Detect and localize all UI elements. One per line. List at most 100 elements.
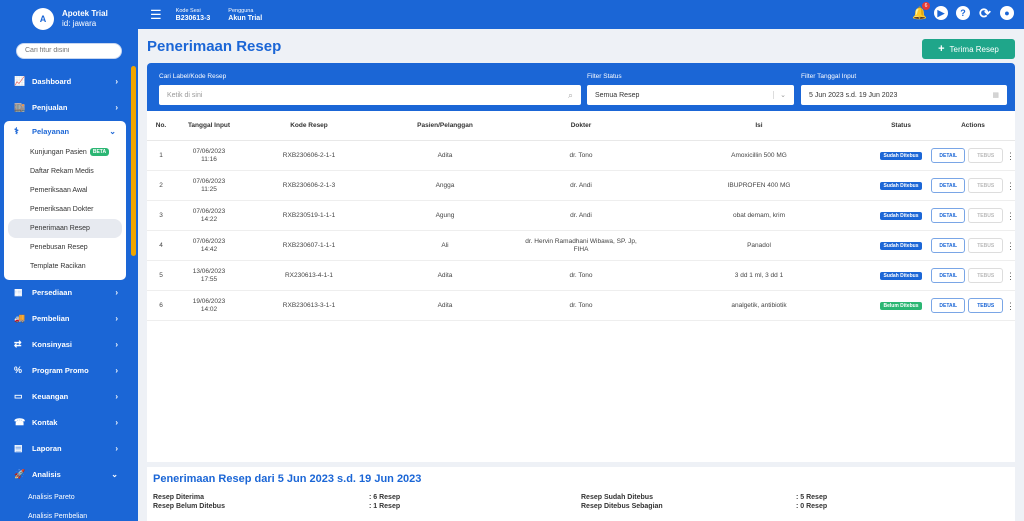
table-row: 2 07/06/2023 11:25 RXB230606-2-1-3 Angga dr. …	[147, 171, 1015, 201]
chevron-right-icon: ›	[115, 77, 118, 86]
status-badge: Sudah Ditebus	[880, 241, 922, 250]
chevron-right-icon: ›	[115, 340, 118, 349]
store-icon: 🏬	[14, 102, 26, 112]
tebus-button[interactable]: TEBUS	[968, 268, 1003, 283]
play-icon[interactable]: ▶	[934, 6, 948, 20]
consign-icon: ⇄	[14, 339, 22, 349]
detail-button[interactable]: DETAIL	[931, 178, 966, 193]
truck-icon: 🚚	[14, 313, 26, 323]
chart-icon: 📈	[14, 76, 26, 86]
menu-toggle-icon[interactable]: ☰	[150, 7, 162, 23]
table-row: 6 19/06/2023 14:02 RXB230613-3-1-1 Adita dr. …	[147, 291, 1015, 321]
tebus-button[interactable]: TEBUS	[968, 178, 1003, 193]
chevron-right-icon: ›	[115, 418, 118, 427]
chevron-down-icon: ⌄	[773, 91, 786, 99]
tebus-button[interactable]: TEBUS	[968, 298, 1003, 313]
chevron-right-icon: ›	[115, 392, 118, 401]
chevron-right-icon: ›	[115, 103, 118, 112]
submenu-penebusan-resep[interactable]: Penebusan Resep	[8, 238, 122, 257]
tebus-button[interactable]: TEBUS	[968, 148, 1003, 163]
chevron-down-icon: ⌄	[111, 470, 118, 479]
chevron-right-icon: ›	[115, 444, 118, 453]
summary-panel: Penerimaan Resep dari 5 Jun 2023 s.d. 19…	[147, 467, 1015, 521]
filter-bar: Cari Label/Kode Resep Ketik di sini ⌕ Fi…	[147, 63, 1015, 111]
sidebar-item-keuangan[interactable]: ▭ Keuangan ›	[0, 384, 138, 410]
contact-icon: ☎	[14, 417, 26, 427]
table-row: 3 07/06/2023 14:22 RXB230519-1-1-1 Agung dr. …	[147, 201, 1015, 231]
notification-badge: 6	[922, 2, 930, 10]
sidebar-item-kontak[interactable]: ☎ Kontak ›	[0, 410, 138, 436]
session-info: Kode Sesi B230613-3	[175, 7, 211, 22]
feature-search-input[interactable]	[16, 42, 122, 59]
sidebar-item-persediaan[interactable]: ▦ Persediaan ›	[0, 280, 138, 306]
detail-button[interactable]: DETAIL	[931, 298, 966, 313]
submenu-daftar-rekam-medis[interactable]: Daftar Rekam Medis	[8, 162, 122, 181]
column-header: Status	[891, 121, 911, 129]
detail-button[interactable]: DETAIL	[931, 268, 966, 283]
resep-search-input[interactable]: Ketik di sini ⌕	[159, 85, 581, 105]
detail-button[interactable]: DETAIL	[931, 208, 966, 223]
sidebar-item-pelayanan[interactable]: ⚕ Pelayanan ⌄	[4, 121, 126, 143]
sidebar-item-penjualan[interactable]: 🏬 Penjualan ›	[0, 95, 138, 121]
tebus-button[interactable]: TEBUS	[968, 238, 1003, 253]
column-header: Pasien/Pelanggan	[417, 121, 473, 129]
brand-name: Apotek Trial	[62, 9, 108, 18]
percent-icon: %	[14, 365, 23, 375]
table-header: No. Tanggal Input Kode Resep Pasien/Pelangg…	[147, 111, 1015, 141]
table-row: 5 13/06/2023 17:55 RX230613-4-1-1 Adita dr. T…	[147, 261, 1015, 291]
status-badge: Sudah Ditebus	[880, 211, 922, 220]
topbar: ☰ Kode Sesi B230613-3 Pengguna Akun Tria…	[138, 0, 1024, 29]
status-badge: Sudah Ditebus	[880, 271, 922, 280]
more-vert-icon[interactable]: ⋮	[1006, 151, 1015, 160]
sidebar-item-dashboard[interactable]: 📈 Dashboard ›	[0, 69, 138, 95]
submenu-template-racikan[interactable]: Template Racikan	[8, 257, 122, 276]
submenu-analisis-pembelian[interactable]: Analisis Pembelian	[0, 507, 138, 521]
detail-button[interactable]: DETAIL	[931, 238, 966, 253]
bell-icon[interactable]: 🔔 6	[912, 2, 930, 20]
resep-table: No. Tanggal Input Kode Resep Pasien/Pelangg…	[147, 111, 1015, 462]
help-icon[interactable]: ?	[956, 6, 970, 20]
more-vert-icon[interactable]: ⋮	[1006, 241, 1015, 250]
tebus-button[interactable]: TEBUS	[968, 208, 1003, 223]
more-vert-icon[interactable]: ⋮	[1006, 181, 1015, 190]
submenu-analisis-pareto[interactable]: Analisis Pareto	[0, 488, 138, 507]
sidebar-item-pembelian[interactable]: 🚚 Pembelian ›	[0, 306, 138, 332]
column-header: Isi	[755, 121, 763, 129]
report-icon: ▤	[14, 443, 23, 453]
beta-badge: BETA	[89, 148, 110, 156]
submenu-pemeriksaan-dokter[interactable]: Pemeriksaan Dokter	[8, 200, 122, 219]
user-icon[interactable]: ●	[1000, 6, 1014, 20]
status-filter-select[interactable]: Semua Resep ⌄	[587, 85, 794, 105]
status-badge: Belum Ditebus	[880, 301, 922, 310]
boxes-icon: ▦	[14, 287, 23, 297]
submenu-penerimaan-resep[interactable]: Penerimaan Resep	[8, 218, 122, 238]
sidebar-item-analisis[interactable]: 🚀 Analisis ⌄	[0, 462, 138, 488]
submenu-kunjungan-pasien[interactable]: Kunjungan Pasien BETA	[8, 143, 122, 162]
user-info: Pengguna Akun Trial	[228, 7, 263, 22]
search-icon: ⌕	[567, 89, 573, 100]
more-vert-icon[interactable]: ⋮	[1006, 301, 1015, 310]
sidebar: A Apotek Trial id: jawara 📈Dashboard›🏬Pe…	[0, 0, 138, 521]
sidebar-item-program-promo[interactable]: % Program Promo ›	[0, 358, 138, 384]
chevron-down-icon: ⌄	[109, 127, 116, 136]
column-header: Tanggal Input	[187, 121, 231, 129]
submenu-pemeriksaan-awal[interactable]: Pemeriksaan Awal	[8, 181, 122, 200]
brand-id: id: jawara	[62, 19, 97, 28]
terima-resep-button[interactable]: + Terima Resep	[922, 39, 1015, 59]
column-header: Actions	[961, 121, 985, 129]
sidebar-item-laporan[interactable]: ▤ Laporan ›	[0, 436, 138, 462]
calendar-icon: ▦	[992, 92, 999, 99]
refresh-icon[interactable]: ⟳	[978, 5, 992, 21]
sidebar-item-konsinyasi[interactable]: ⇄ Konsinyasi ›	[0, 332, 138, 358]
rocket-icon: 🚀	[14, 469, 26, 479]
table-row: 4 07/06/2023 14:42 RXB230607-1-1-1 Ali dr. He…	[147, 231, 1015, 261]
more-vert-icon[interactable]: ⋮	[1006, 271, 1015, 280]
status-badge: Sudah Ditebus	[880, 151, 922, 160]
summary-title: Penerimaan Resep dari 5 Jun 2023 s.d. 19…	[153, 473, 422, 485]
pelayanan-submenu: ⚕ Pelayanan ⌄ Kunjungan Pasien BETA Daftar Re…	[4, 120, 126, 280]
sidebar-menu: 📈 Dashboard › 🏬 Penjualan › ⚕ Pelayanan ⌄ Kunjung…	[0, 69, 138, 521]
date-range-input[interactable]: 5 Jun 2023 s.d. 19 Jun 2023 ▦	[801, 85, 1007, 105]
detail-button[interactable]: DETAIL	[931, 148, 966, 163]
more-vert-icon[interactable]: ⋮	[1006, 211, 1015, 220]
column-header: No.	[155, 121, 167, 129]
